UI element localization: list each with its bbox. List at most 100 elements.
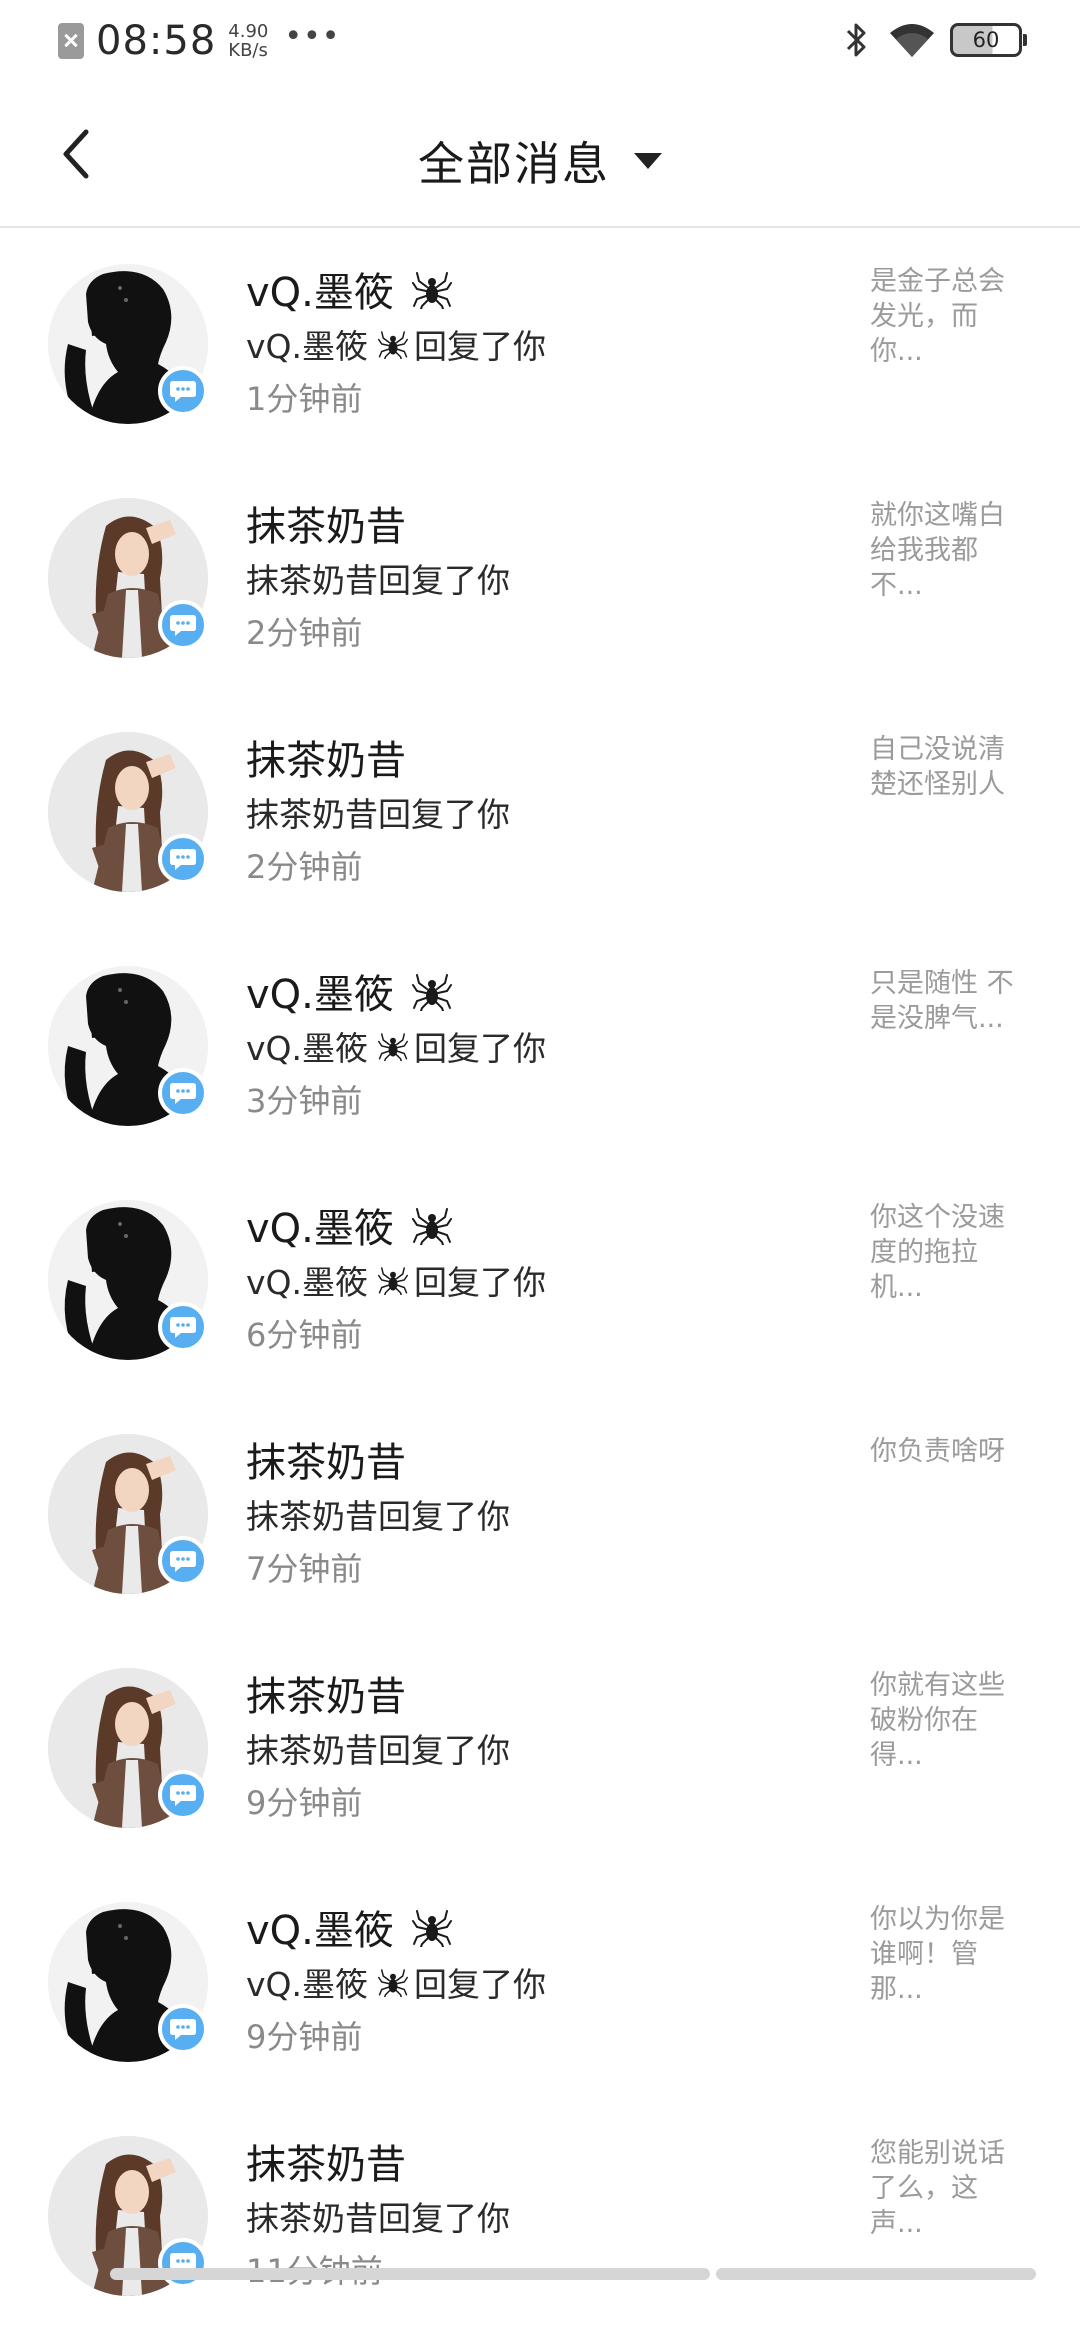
- reply-sender: 抹茶奶昔: [246, 795, 378, 834]
- sender-name-row: vQ.墨筱: [246, 260, 452, 318]
- reply-summary: 抹茶奶昔 回复了你: [246, 2192, 510, 2240]
- reply-summary: vQ.墨筱 回复了你: [246, 1958, 546, 2006]
- sender-name[interactable]: vQ.墨筱: [246, 962, 394, 1020]
- comment-badge: [158, 2004, 208, 2054]
- message-preview[interactable]: 你以为你是谁啊！管那...: [870, 1902, 1030, 2007]
- message-time: 3分钟前: [246, 1082, 363, 1120]
- message-preview[interactable]: 自己没说清楚还怪别人: [870, 732, 1030, 802]
- sender-name-row: 抹茶奶昔: [246, 728, 406, 786]
- reply-summary: vQ.墨筱 回复了你: [246, 1022, 546, 1070]
- spider-icon: [411, 1910, 452, 1947]
- caret-down-icon: [634, 153, 662, 169]
- spider-icon: [411, 272, 452, 309]
- message-preview[interactable]: 你就有这些破粉你在得...: [870, 1668, 1030, 1773]
- sender-name[interactable]: 抹茶奶昔: [246, 1430, 406, 1488]
- sender-name[interactable]: 抹茶奶昔: [246, 728, 406, 786]
- reply-sender: 抹茶奶昔: [246, 2199, 378, 2238]
- comment-badge: [158, 366, 208, 416]
- comment-badge: [158, 1068, 208, 1118]
- spider-icon: [411, 974, 452, 1011]
- list-item[interactable]: 抹茶奶昔 抹茶奶昔 回复了你 7分钟前 你负责啥呀: [0, 1398, 1080, 1632]
- chat-bubble-icon: [170, 1317, 196, 1338]
- sender-name[interactable]: 抹茶奶昔: [246, 2132, 406, 2190]
- page-title: 全部消息: [418, 137, 610, 191]
- list-item[interactable]: 抹茶奶昔 抹茶奶昔 回复了你 9分钟前 你就有这些破粉你在得...: [0, 1632, 1080, 1866]
- reply-sender: vQ.墨筱: [246, 327, 368, 366]
- list-item[interactable]: 抹茶奶昔 抹茶奶昔 回复了你 2分钟前 自己没说清楚还怪别人: [0, 696, 1080, 930]
- message-preview[interactable]: 你负责啥呀: [870, 1434, 1030, 1469]
- reply-sender: vQ.墨筱: [246, 1029, 368, 1068]
- home-indicator-secondary: [716, 2268, 1036, 2280]
- status-right: 60: [844, 20, 1027, 60]
- sender-name[interactable]: vQ.墨筱: [246, 260, 394, 318]
- message-time: 2分钟前: [246, 848, 363, 886]
- message-time: 1分钟前: [246, 380, 363, 418]
- reply-action-text: 回复了你: [414, 327, 546, 366]
- list-item[interactable]: 抹茶奶昔 抹茶奶昔 回复了你 2分钟前 就你这嘴白给我我都不...: [0, 462, 1080, 696]
- home-indicator: [110, 2268, 710, 2280]
- reply-summary: vQ.墨筱 回复了你: [246, 1256, 546, 1304]
- list-item[interactable]: vQ.墨筱 vQ.墨筱: [0, 1164, 1080, 1398]
- message-preview[interactable]: 就你这嘴白给我我都不...: [870, 498, 1030, 603]
- message-list: vQ.墨筱 vQ.墨筱 回复了你 1分钟前 是金子总会发光，而你... 抹茶奶昔…: [0, 228, 1080, 2334]
- message-time: 2分钟前: [246, 614, 363, 652]
- reply-action-text: 回复了你: [414, 1263, 546, 1302]
- list-item[interactable]: vQ.墨筱 vQ.墨筱: [0, 930, 1080, 1164]
- spider-icon: [378, 1033, 408, 1061]
- network-speed-value: 4.90: [228, 21, 269, 42]
- comment-badge: [158, 1302, 208, 1352]
- comment-badge: [158, 834, 208, 884]
- battery-level: 60: [972, 28, 1000, 52]
- message-preview[interactable]: 只是随性 不是没脾气...: [870, 966, 1030, 1036]
- comment-badge: [158, 1536, 208, 1586]
- no-sim-icon: [58, 23, 84, 59]
- spider-icon: [411, 1208, 452, 1245]
- reply-summary: 抹茶奶昔 回复了你: [246, 1724, 510, 1772]
- sender-name[interactable]: vQ.墨筱: [246, 1196, 394, 1254]
- sender-name-row: vQ.墨筱: [246, 1196, 452, 1254]
- reply-action-text: 回复了你: [378, 561, 510, 600]
- reply-sender: vQ.墨筱: [246, 1263, 368, 1302]
- chat-bubble-icon: [170, 1083, 196, 1104]
- sender-name[interactable]: 抹茶奶昔: [246, 1664, 406, 1722]
- comment-badge: [158, 2238, 208, 2288]
- spider-icon: [378, 1267, 408, 1295]
- sender-name-row: 抹茶奶昔: [246, 1430, 406, 1488]
- message-filter-dropdown[interactable]: 全部消息: [0, 128, 1080, 194]
- comment-badge: [158, 1770, 208, 1820]
- reply-action-text: 回复了你: [378, 2199, 510, 2238]
- message-preview[interactable]: 你这个没速度的拖拉机...: [870, 1200, 1030, 1305]
- list-item[interactable]: 抹茶奶昔 抹茶奶昔 回复了你 11分钟前 您能别说话了么，这声...: [0, 2100, 1080, 2334]
- chat-bubble-icon: [170, 381, 196, 402]
- bluetooth-icon: [846, 23, 866, 57]
- chat-bubble-icon: [170, 615, 196, 636]
- sender-name-row: 抹茶奶昔: [246, 2132, 406, 2190]
- more-notifications-icon: •••: [284, 18, 341, 54]
- message-preview[interactable]: 您能别说话了么，这声...: [870, 2136, 1030, 2241]
- network-speed-unit: KB/s: [228, 40, 268, 61]
- status-left: 08:58 4.90 KB/s •••: [58, 18, 340, 64]
- message-time: 7分钟前: [246, 1550, 363, 1588]
- sender-name-row: 抹茶奶昔: [246, 1664, 406, 1722]
- chat-bubble-icon: [170, 849, 196, 870]
- status-bar: 08:58 4.90 KB/s ••• 60: [0, 0, 1080, 88]
- reply-sender: 抹茶奶昔: [246, 1731, 378, 1770]
- sender-name[interactable]: 抹茶奶昔: [246, 494, 406, 552]
- spider-icon: [378, 1969, 408, 1997]
- reply-summary: 抹茶奶昔 回复了你: [246, 1490, 510, 1538]
- wifi-icon: [890, 24, 934, 57]
- sender-name[interactable]: vQ.墨筱: [246, 1898, 394, 1956]
- message-preview[interactable]: 是金子总会发光，而你...: [870, 264, 1030, 369]
- comment-badge: [158, 600, 208, 650]
- chat-bubble-icon: [170, 2019, 196, 2040]
- network-speed: 4.90 KB/s: [228, 22, 268, 60]
- reply-summary: vQ.墨筱 回复了你: [246, 320, 546, 368]
- reply-summary: 抹茶奶昔 回复了你: [246, 554, 510, 602]
- reply-sender: 抹茶奶昔: [246, 1497, 378, 1536]
- list-item[interactable]: vQ.墨筱 vQ.墨筱: [0, 228, 1080, 462]
- list-item[interactable]: vQ.墨筱 vQ.墨筱: [0, 1866, 1080, 2100]
- message-time: 9分钟前: [246, 2018, 363, 2056]
- battery-indicator: 60: [950, 23, 1027, 57]
- chat-bubble-icon: [170, 1785, 196, 1806]
- spider-icon: [378, 331, 408, 359]
